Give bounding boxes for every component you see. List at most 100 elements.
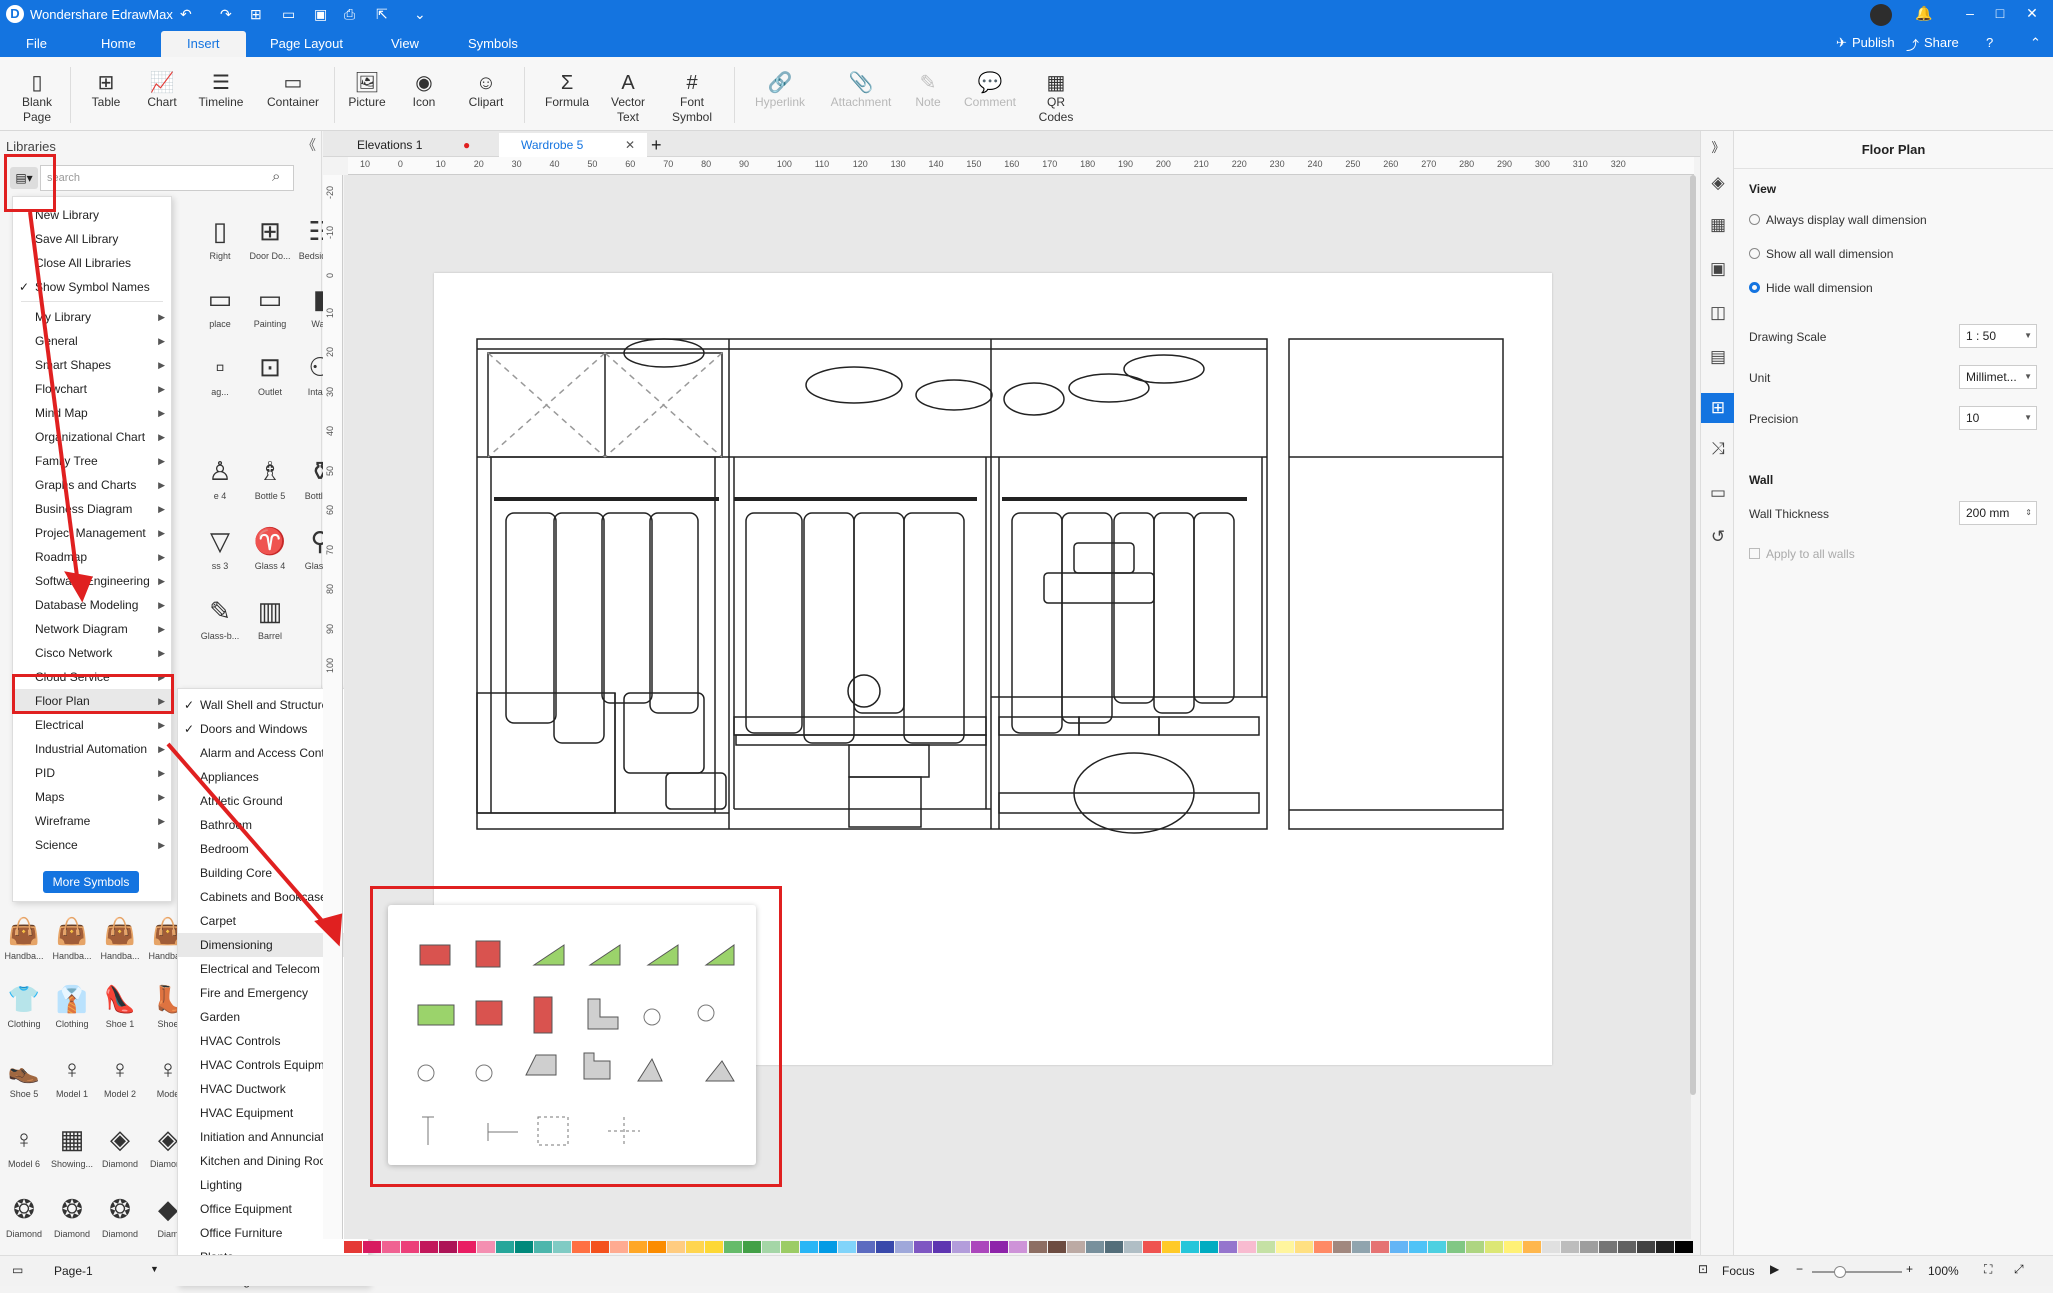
connector-icon[interactable]: ⤨ [1701, 439, 1735, 459]
fit-page-icon[interactable]: ⛶ [1984, 1262, 1992, 1277]
palette-swatch[interactable] [686, 1241, 705, 1253]
zoom-in-icon[interactable]: + [1906, 1262, 1913, 1276]
radio-always-display[interactable]: Always display wall dimension [1749, 213, 1927, 227]
close-tab-icon[interactable]: ✕ [625, 133, 635, 157]
palette-swatch[interactable] [553, 1241, 572, 1253]
palette-swatch[interactable] [1560, 1241, 1579, 1253]
palette-swatch[interactable] [401, 1241, 420, 1253]
palette-swatch[interactable] [1123, 1241, 1142, 1253]
palette-swatch[interactable] [1313, 1241, 1332, 1253]
help-button[interactable]: ? [1986, 35, 1993, 50]
layers-icon[interactable]: ◫ [1701, 303, 1735, 323]
palette-swatch[interactable] [1522, 1241, 1541, 1253]
page-layout-icon[interactable]: ▭ [12, 1263, 23, 1277]
zoom-slider[interactable] [1812, 1266, 1902, 1278]
page-icon[interactable]: ▤ [1701, 347, 1735, 367]
palette-swatch[interactable] [1294, 1241, 1313, 1253]
palette-swatch[interactable] [838, 1241, 857, 1253]
palette-swatch[interactable] [990, 1241, 1009, 1253]
unit-select[interactable]: Millimet... ▼ [1959, 365, 2037, 389]
palette-swatch[interactable] [1617, 1241, 1636, 1253]
palette-swatch[interactable] [1655, 1241, 1674, 1253]
share-button[interactable]: Share [1924, 35, 1959, 50]
precision-select[interactable]: 10 ▼ [1959, 406, 2037, 430]
palette-swatch[interactable] [382, 1241, 401, 1253]
library-symbol[interactable]: 👞 Shoe 5 [0, 1049, 48, 1099]
palette-swatch[interactable] [971, 1241, 990, 1253]
palette-swatch[interactable] [1427, 1241, 1446, 1253]
palette-swatch[interactable] [1408, 1241, 1427, 1253]
publish-icon[interactable]: ✈ [1836, 35, 1847, 51]
zoom-level[interactable]: 100% [1928, 1264, 1959, 1278]
notification-icon[interactable]: 🔔 [1912, 5, 1936, 22]
palette-swatch[interactable] [1370, 1241, 1389, 1253]
fullscreen-icon[interactable]: ⤢ [2014, 1262, 2024, 1277]
expand-panel-icon[interactable]: 》 [1701, 137, 1735, 156]
palette-swatch[interactable] [1446, 1241, 1465, 1253]
layout-icon[interactable]: ▦ [1701, 215, 1735, 235]
font-symbol-button[interactable]: # Font Symbol [666, 71, 718, 125]
doc-tab-wardrobe[interactable]: Wardrobe 5 ✕ [499, 133, 647, 157]
maximize-icon[interactable]: □ [1988, 5, 2012, 21]
palette-swatch[interactable] [1256, 1241, 1275, 1253]
add-tab-icon[interactable]: + [651, 133, 662, 157]
palette-swatch[interactable] [914, 1241, 933, 1253]
palette-swatch[interactable] [1351, 1241, 1370, 1253]
comment-button[interactable]: 💬 Comment [960, 71, 1020, 110]
share-icon[interactable]: ⤴ [1906, 35, 1919, 54]
library-symbol[interactable]: ◈ Diamond [96, 1119, 144, 1169]
page-name[interactable]: Page-1 [54, 1264, 93, 1278]
zoom-out-icon[interactable]: − [1796, 1262, 1803, 1276]
palette-swatch[interactable] [762, 1241, 781, 1253]
vertical-scrollbar[interactable] [1690, 175, 1698, 1095]
palette-swatch[interactable] [1180, 1241, 1199, 1253]
history-icon[interactable]: ↺ [1701, 527, 1735, 547]
palette-swatch[interactable] [1503, 1241, 1522, 1253]
qr-codes-button[interactable]: ▦ QR Codes [1036, 71, 1076, 125]
focus-icon[interactable]: ⊡ [1698, 1262, 1708, 1276]
minimize-icon[interactable]: – [1958, 5, 1982, 21]
palette-swatch[interactable] [648, 1241, 667, 1253]
focus-button[interactable]: Focus [1722, 1264, 1755, 1278]
apply-all-walls-checkbox[interactable]: Apply to all walls [1749, 547, 1855, 561]
palette-swatch[interactable] [1636, 1241, 1655, 1253]
library-symbol[interactable]: 👠 Shoe 1 [96, 979, 144, 1029]
library-symbol[interactable]: 👕 Clothing [0, 979, 48, 1029]
clipart-button[interactable]: ☺ Clipart [462, 71, 510, 110]
palette-swatch[interactable] [1389, 1241, 1408, 1253]
library-symbol[interactable]: ❂ Diamond [96, 1189, 144, 1239]
image-icon[interactable]: ▣ [1701, 259, 1735, 279]
page-dropdown-icon[interactable]: ▼ [150, 1264, 159, 1274]
palette-swatch[interactable] [1066, 1241, 1085, 1253]
note-button[interactable]: ✎ Note [910, 71, 946, 110]
palette-swatch[interactable] [572, 1241, 591, 1253]
palette-swatch[interactable] [857, 1241, 876, 1253]
palette-swatch[interactable] [629, 1241, 648, 1253]
palette-swatch[interactable] [1332, 1241, 1351, 1253]
palette-swatch[interactable] [1218, 1241, 1237, 1253]
palette-swatch[interactable] [534, 1241, 553, 1253]
drawing-scale-select[interactable]: 1 : 50 ▼ [1959, 324, 2037, 348]
palette-swatch[interactable] [724, 1241, 743, 1253]
palette-swatch[interactable] [458, 1241, 477, 1253]
palette-swatch[interactable] [1161, 1241, 1180, 1253]
library-symbol[interactable]: ♀ Model 1 [48, 1049, 96, 1099]
radio-hide[interactable]: Hide wall dimension [1749, 281, 1873, 295]
palette-swatch[interactable] [933, 1241, 952, 1253]
palette-swatch[interactable] [1579, 1241, 1598, 1253]
palette-swatch[interactable] [1541, 1241, 1560, 1253]
attachment-button[interactable]: 📎 Attachment [826, 71, 896, 110]
palette-swatch[interactable] [1009, 1241, 1028, 1253]
library-symbol[interactable]: ▦ Showing... [48, 1119, 96, 1169]
play-icon[interactable]: ▶ [1770, 1262, 1779, 1276]
palette-swatch[interactable] [819, 1241, 838, 1253]
library-symbol[interactable]: 👔 Clothing [48, 979, 96, 1029]
presentation-icon[interactable]: ▭ [1701, 483, 1735, 503]
library-symbol[interactable]: ♀ Model 2 [96, 1049, 144, 1099]
palette-swatch[interactable] [1237, 1241, 1256, 1253]
palette-swatch[interactable] [743, 1241, 762, 1253]
palette-swatch[interactable] [952, 1241, 971, 1253]
palette-swatch[interactable] [1028, 1241, 1047, 1253]
palette-swatch[interactable] [515, 1241, 534, 1253]
palette-swatch[interactable] [1085, 1241, 1104, 1253]
